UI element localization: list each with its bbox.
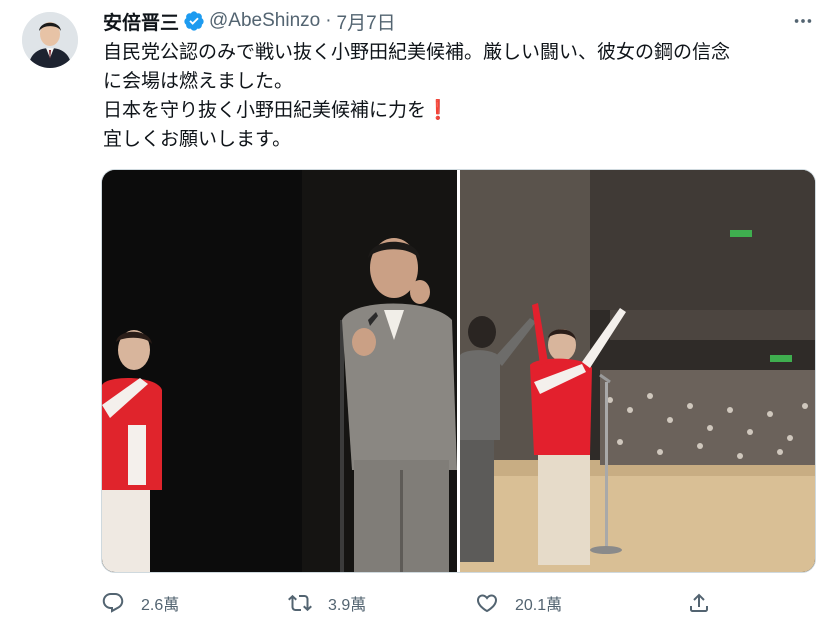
reply-icon bbox=[102, 593, 124, 613]
tweet-media bbox=[101, 169, 816, 573]
reply-button[interactable]: 2.6萬 bbox=[101, 591, 288, 615]
red-exclamation-emoji: ❗ bbox=[426, 100, 450, 121]
author-avatar[interactable] bbox=[22, 12, 78, 68]
photo-rally-image bbox=[460, 170, 815, 572]
tweet-text-line: に会場は燃えました。 bbox=[103, 71, 294, 92]
retweet-icon bbox=[288, 594, 312, 612]
like-count: 20.1萬 bbox=[515, 597, 563, 614]
tweet-text-line: 日本を守り抜く小野田紀美候補に力を❗ bbox=[103, 96, 818, 125]
photo-speech[interactable] bbox=[102, 170, 457, 572]
like-button[interactable]: 20.1萬 bbox=[475, 591, 662, 615]
separator-dot: · bbox=[325, 10, 332, 31]
tweet-text: 自民党公認のみで戦い抜く小野田紀美候補。厳しい闘い、彼女の鋼の信念 に会場は燃え… bbox=[103, 38, 818, 154]
tweet-text-line: 宜しくお願いします。 bbox=[103, 129, 292, 150]
share-button[interactable] bbox=[687, 591, 711, 615]
reply-count: 2.6萬 bbox=[141, 597, 180, 614]
tweet-date[interactable]: 7月7日 bbox=[337, 8, 396, 35]
verified-badge-icon bbox=[183, 10, 205, 32]
tweet-text-segment: 日本を守り抜く小野田紀美候補に力を bbox=[103, 100, 427, 121]
tweet-header: 安倍晋三 @AbeShinzo · 7月7日 bbox=[103, 8, 815, 34]
author-handle[interactable]: @AbeShinzo bbox=[209, 10, 320, 32]
photo-speech-image bbox=[102, 170, 457, 572]
retweet-count: 3.9萬 bbox=[328, 597, 367, 614]
retweet-button[interactable]: 3.9萬 bbox=[288, 591, 475, 615]
share-icon bbox=[690, 593, 708, 612]
tweet-actions: 2.6萬 3.9萬 20.1萬 bbox=[101, 586, 711, 620]
author-name[interactable]: 安倍晋三 bbox=[103, 8, 179, 35]
heart-icon bbox=[476, 594, 498, 613]
more-options-button[interactable] bbox=[789, 10, 817, 32]
avatar-photo bbox=[22, 12, 78, 68]
photo-rally[interactable] bbox=[460, 170, 815, 572]
tweet-text-line: 自民党公認のみで戦い抜く小野田紀美候補。厳しい闘い、彼女の鋼の信念 bbox=[103, 42, 731, 63]
more-horizontal-icon bbox=[794, 19, 812, 23]
